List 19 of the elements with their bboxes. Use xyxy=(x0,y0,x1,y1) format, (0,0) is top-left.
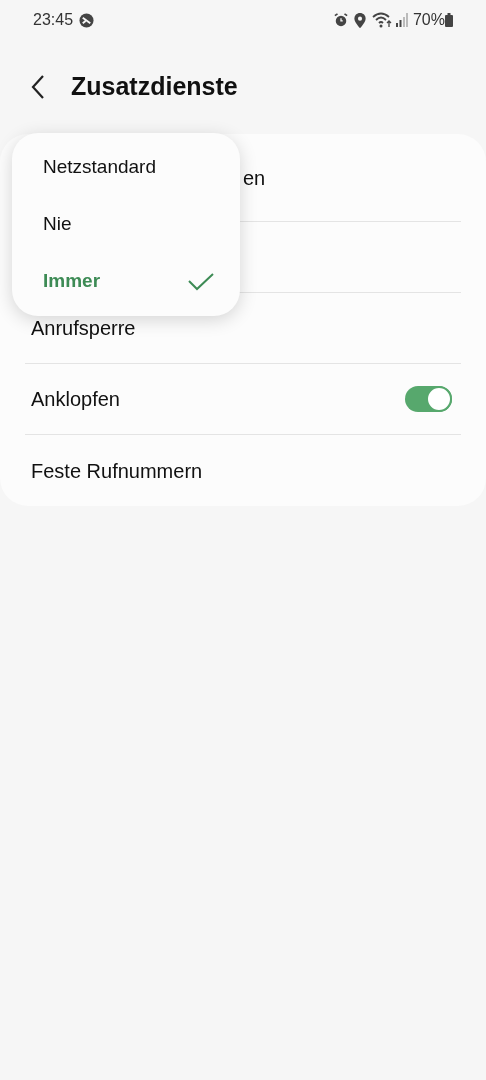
alarm-icon xyxy=(333,13,348,27)
menu-option[interactable]: Netzstandard xyxy=(12,139,240,196)
setting-label: Anklopfen xyxy=(31,387,120,412)
battery-icon xyxy=(445,13,453,27)
battery-level: 70% xyxy=(412,10,445,30)
setting-label: en xyxy=(243,165,266,191)
menu-option[interactable]: Immer xyxy=(12,253,240,310)
notification-icon xyxy=(79,12,95,28)
status-time: 23:45 xyxy=(33,10,74,30)
back-icon[interactable] xyxy=(30,74,46,100)
page-title: Zusatzdienste xyxy=(71,71,238,103)
menu-option[interactable]: Nie xyxy=(12,196,240,253)
check-icon xyxy=(188,272,214,291)
toggle-switch[interactable] xyxy=(405,386,452,412)
location-icon xyxy=(353,12,366,28)
signal-icon xyxy=(395,13,408,27)
setting-label: Anrufsperre xyxy=(31,316,136,341)
setting-label: Feste Rufnummern xyxy=(31,458,203,484)
wifi-icon xyxy=(371,12,394,28)
